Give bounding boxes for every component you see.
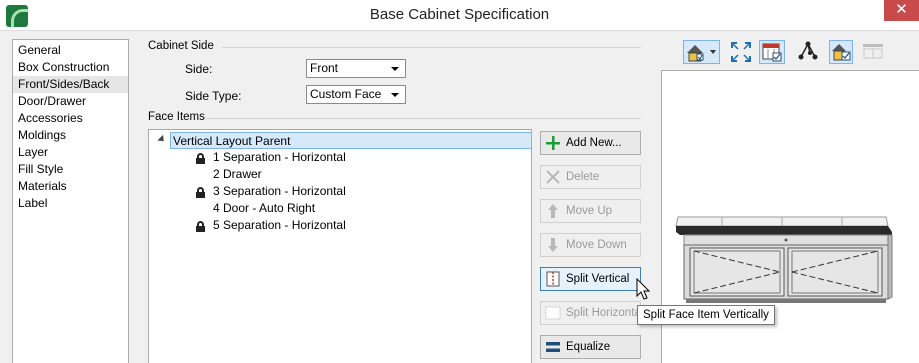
nav-item-moldings[interactable]: Moldings: [13, 127, 128, 144]
nav-item-box-construction[interactable]: Box Construction: [13, 59, 128, 76]
camera-options-button[interactable]: [796, 40, 820, 64]
tree-node-root[interactable]: Vertical Layout Parent: [170, 132, 532, 149]
move-up-label: Move Up: [566, 205, 613, 217]
close-button[interactable]: ✕: [884, 0, 919, 21]
equalize-button[interactable]: Equalize: [540, 335, 641, 359]
side-type-dropdown-value: Custom Face: [310, 87, 382, 101]
split-horizontal-label: Split Horizontal: [566, 307, 640, 319]
delete-button[interactable]: Delete: [540, 165, 641, 189]
collapse-arrow-icon[interactable]: [157, 134, 167, 145]
camera-options-icon: [798, 41, 818, 60]
window-title: Base Cabinet Specification: [369, 6, 550, 23]
color-on-off-icon: [762, 43, 782, 62]
group-divider: [222, 47, 641, 48]
nav-item-materials[interactable]: Materials: [13, 178, 128, 195]
chevron-down-icon: [391, 67, 399, 71]
arrow-down-icon: [548, 238, 558, 252]
tooltip: Split Face Item Vertically: [637, 305, 775, 325]
nav-item-fill-style[interactable]: Fill Style: [13, 161, 128, 178]
arrow-up-icon: [548, 204, 558, 218]
mouse-cursor-icon: [636, 278, 651, 300]
split-vertical-icon: [546, 271, 560, 287]
chevron-down-icon: [391, 93, 399, 97]
nav-item-general[interactable]: General: [13, 42, 128, 59]
cabinet-side-group-label: Cabinet Side: [148, 40, 214, 52]
nav-item-accessories[interactable]: Accessories: [13, 110, 128, 127]
fill-window-icon: [731, 42, 751, 62]
nav-item-front-sides-back[interactable]: Front/Sides/Back: [13, 76, 128, 93]
equalize-icon: [546, 342, 560, 352]
equalize-label: Equalize: [566, 341, 611, 353]
tree-node-item[interactable]: 5 Separation - Horizontal: [213, 217, 346, 234]
move-up-button[interactable]: Move Up: [540, 199, 641, 223]
tree-node-item[interactable]: 4 Door - Auto Right: [213, 200, 315, 217]
chevron-down-icon: [710, 50, 716, 54]
toggle-grid-icon: [863, 44, 883, 59]
tree-node-item[interactable]: 3 Separation - Horizontal: [213, 183, 346, 200]
lock-icon: [196, 221, 205, 232]
face-items-tree[interactable]: Vertical Layout Parent 1 Separation - Ho…: [148, 129, 532, 363]
delete-label: Delete: [566, 171, 600, 183]
nav-item-layer[interactable]: Layer: [13, 144, 128, 161]
side-label: Side:: [185, 62, 213, 76]
view-mode-icon: [687, 45, 716, 62]
tree-node-item[interactable]: 1 Separation - Horizontal: [213, 149, 346, 166]
group-divider: [206, 118, 641, 119]
nav-item-door-drawer[interactable]: Door/Drawer: [13, 93, 128, 110]
face-items-group-label: Face Items: [148, 111, 205, 123]
add-new-button[interactable]: Add New...: [540, 131, 641, 155]
split-horizontal-button[interactable]: Split Horizontal: [540, 301, 641, 325]
lock-icon: [196, 187, 205, 198]
add-plus-icon: [546, 136, 560, 150]
move-down-label: Move Down: [566, 239, 627, 251]
delete-x-icon: [546, 170, 560, 184]
tree-node-item[interactable]: 2 Drawer: [213, 166, 262, 183]
split-vertical-button[interactable]: Split Vertical: [540, 267, 641, 291]
fill-window-button[interactable]: [729, 40, 753, 64]
nav-item-label[interactable]: Label: [13, 195, 128, 212]
split-vertical-label: Split Vertical: [566, 273, 630, 285]
side-dropdown[interactable]: Front: [306, 59, 406, 78]
view-mode-button[interactable]: [683, 40, 720, 64]
side-type-label: Side Type:: [185, 89, 242, 103]
move-down-button[interactable]: Move Down: [540, 233, 641, 257]
lock-icon: [196, 153, 205, 164]
toggle-grid-button[interactable]: [861, 40, 885, 64]
category-list: General Box Construction Front/Sides/Bac…: [12, 39, 129, 363]
side-type-dropdown[interactable]: Custom Face: [306, 85, 406, 104]
show-layout-icon: [832, 44, 851, 61]
split-horizontal-icon: [545, 306, 561, 320]
title-bar: Base Cabinet Specification ✕: [0, 0, 919, 31]
side-dropdown-value: Front: [310, 61, 339, 75]
color-on-off-button[interactable]: [759, 40, 785, 64]
show-layout-button[interactable]: [829, 40, 853, 64]
add-new-label: Add New...: [566, 137, 622, 149]
